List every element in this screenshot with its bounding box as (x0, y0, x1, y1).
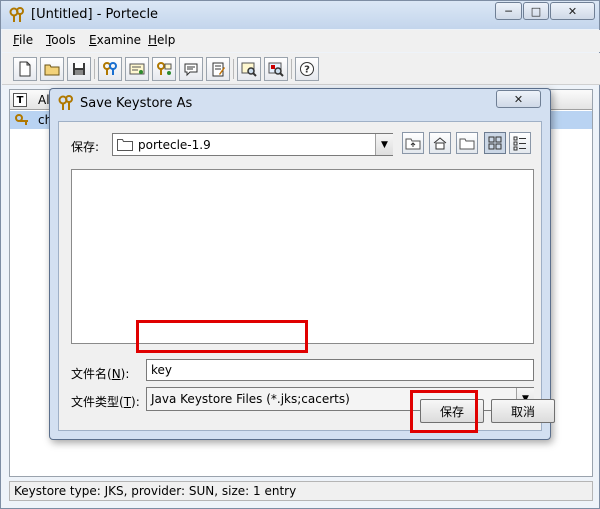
folder-icon (117, 139, 133, 151)
file-type-value: Java Keystore Files (*.jks;cacerts) (151, 392, 350, 406)
cancel-button[interactable]: 取消 (491, 399, 555, 423)
set-password-button[interactable] (179, 57, 203, 81)
window-title: [Untitled] - Portecle (31, 7, 159, 22)
file-type-label: 文件类型(T): (71, 395, 140, 409)
open-keystore-icon (44, 64, 60, 76)
up-folder-button[interactable] (402, 132, 424, 154)
menu-help[interactable]: Help (148, 33, 175, 47)
import-trusted-cert-button[interactable] (125, 57, 149, 81)
save-in-label: 保存: (71, 140, 100, 154)
trusted-certificate-entry-icon (15, 114, 28, 125)
import-trusted-cert-icon (129, 63, 145, 75)
up-folder-icon (405, 138, 421, 150)
status-text: Keystore type: JKS, provider: SUN, size:… (14, 484, 297, 498)
menu-file[interactable]: File (13, 33, 33, 47)
examine-ssl-icon (268, 62, 284, 77)
keystore-report-button[interactable] (206, 57, 230, 81)
list-view-icon (488, 136, 502, 150)
minimize-button[interactable]: ─ (495, 2, 522, 20)
generate-keypair-icon (103, 62, 117, 75)
status-bar: Keystore type: JKS, provider: SUN, size:… (9, 481, 593, 501)
dialog-title: Save Keystore As (80, 96, 193, 111)
save-keystore-dialog: Save Keystore As ✕ 保存: portecle-1.9 ▼ 文件… (49, 88, 555, 440)
new-keystore-button[interactable] (13, 57, 37, 81)
portecle-app-icon (9, 7, 24, 22)
toolbar-separator (94, 59, 95, 79)
title-bar: [Untitled] - Portecle ─ □ ✕ (1, 1, 599, 29)
svg-text:?: ? (304, 65, 310, 76)
column-header-alias[interactable]: Al (38, 93, 50, 107)
chevron-down-icon[interactable]: ▼ (375, 134, 393, 155)
new-folder-icon (459, 138, 475, 150)
file-name-highlight-box (136, 320, 308, 353)
save-keystore-icon (73, 63, 85, 75)
examine-ssl-button[interactable] (264, 57, 288, 81)
new-folder-button[interactable] (456, 132, 478, 154)
maximize-button[interactable]: □ (523, 2, 549, 20)
portecle-app-icon (58, 95, 73, 110)
home-button[interactable] (429, 132, 451, 154)
toolbar: ? (2, 53, 600, 85)
import-keypair-button[interactable] (152, 57, 176, 81)
help-button[interactable]: ? (295, 57, 319, 81)
close-button[interactable]: ✕ (550, 2, 595, 20)
generate-keypair-button[interactable] (98, 57, 122, 81)
home-icon (433, 137, 447, 150)
file-name-label: 文件名(N): (71, 367, 130, 381)
toolbar-separator (233, 59, 234, 79)
details-view-icon (513, 136, 526, 151)
column-header-type[interactable]: T (13, 93, 27, 107)
file-name-input[interactable]: key (146, 359, 534, 381)
keystore-report-icon (212, 62, 225, 77)
set-password-icon (184, 63, 198, 77)
toolbar-separator (291, 59, 292, 79)
examine-certificate-button[interactable] (237, 57, 261, 81)
menu-tools[interactable]: Tools (46, 33, 76, 47)
save-in-value: portecle-1.9 (138, 138, 211, 152)
save-in-dropdown[interactable]: portecle-1.9 ▼ (112, 133, 393, 156)
import-keypair-icon (157, 62, 172, 75)
save-button-highlight-box (410, 390, 478, 433)
dialog-body: 保存: portecle-1.9 ▼ 文件名(N): key 文件类型(T): … (58, 121, 542, 431)
menu-examine[interactable]: Examine (89, 33, 141, 47)
dialog-close-button[interactable]: ✕ (496, 90, 541, 108)
list-view-button[interactable] (484, 132, 506, 154)
details-view-button[interactable] (509, 132, 531, 154)
menu-bar: File Tools Examine Help (2, 30, 600, 52)
file-list[interactable] (71, 169, 534, 344)
examine-certificate-icon (241, 62, 257, 77)
open-keystore-button[interactable] (40, 57, 64, 81)
new-keystore-icon (19, 61, 31, 77)
help-icon: ? (300, 62, 314, 76)
save-keystore-button[interactable] (67, 57, 91, 81)
